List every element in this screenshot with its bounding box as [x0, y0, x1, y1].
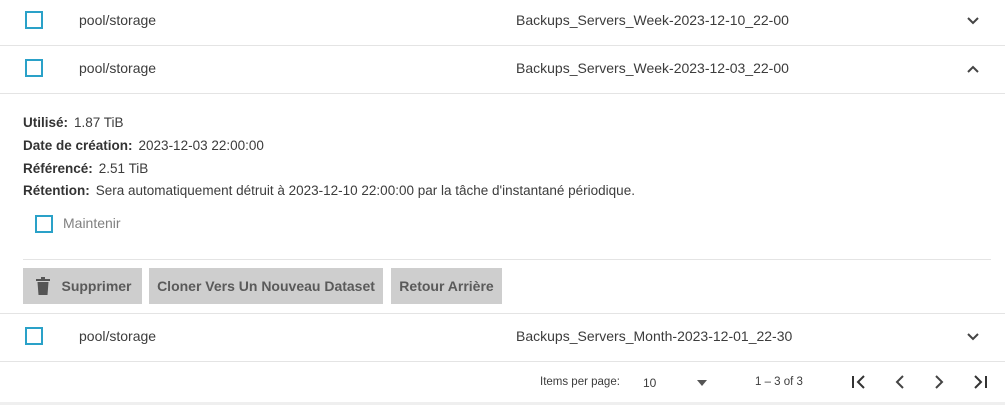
row-checkbox[interactable]: [25, 11, 43, 29]
first-page-icon[interactable]: [849, 372, 869, 392]
keep-label[interactable]: Maintenir: [63, 215, 121, 231]
paginator: Items per page: 10 1 – 3 of 3: [0, 362, 1005, 405]
retention-label: Rétention:: [23, 183, 90, 198]
used-line: Utilisé: 1.87 TiB: [23, 115, 124, 130]
snapshot-details: Utilisé: 1.87 TiB Date de création: 2023-1…: [0, 94, 1005, 314]
keep-checkbox[interactable]: [35, 215, 53, 233]
chevron-up-icon[interactable]: [964, 60, 982, 78]
created-value: 2023-12-03 22:00:00: [138, 138, 264, 153]
used-value: 1.87 TiB: [74, 115, 124, 130]
referenced-line: Référencé: 2.51 TiB: [23, 161, 148, 176]
items-per-page-select[interactable]: 10: [643, 376, 656, 390]
last-page-icon[interactable]: [970, 372, 990, 392]
snapshot-name: Backups_Servers_Week-2023-12-03_22-00: [516, 60, 789, 76]
divider: [23, 259, 991, 260]
used-label: Utilisé:: [23, 115, 69, 130]
previous-page-icon[interactable]: [890, 372, 910, 392]
dropdown-arrow-icon[interactable]: [697, 380, 707, 386]
table-row[interactable]: pool/storage Backups_Servers_Week-2023-1…: [0, 46, 1005, 94]
next-page-icon[interactable]: [929, 372, 949, 392]
dataset-name: pool/storage: [79, 328, 157, 344]
table-row[interactable]: pool/storage Backups_Servers_Month-2023-…: [0, 314, 1005, 362]
row-checkbox[interactable]: [25, 59, 43, 77]
retention-line: Rétention: Sera automatiquement détruit à…: [23, 183, 635, 198]
rollback-button[interactable]: Retour Arrière: [391, 268, 502, 304]
row-checkbox[interactable]: [25, 327, 43, 345]
snapshot-name: Backups_Servers_Week-2023-12-10_22-00: [516, 12, 789, 28]
clone-button[interactable]: Cloner Vers Un Nouveau Dataset: [149, 268, 383, 304]
items-per-page-label: Items per page:: [540, 376, 620, 388]
created-line: Date de création: 2023-12-03 22:00:00: [23, 138, 264, 153]
page-range: 1 – 3 of 3: [755, 376, 803, 388]
referenced-value: 2.51 TiB: [98, 161, 149, 176]
dataset-name: pool/storage: [79, 12, 157, 28]
snapshot-name: Backups_Servers_Month-2023-12-01_22-30: [516, 328, 793, 344]
table-row[interactable]: pool/storage Backups_Servers_Week-2023-1…: [0, 0, 1005, 46]
dataset-name: pool/storage: [79, 60, 157, 76]
chevron-down-icon[interactable]: [964, 12, 982, 30]
trash-icon: [36, 277, 50, 295]
rollback-label: Retour Arrière: [399, 278, 494, 294]
retention-value: Sera automatiquement détruit à 2023-12-1…: [95, 183, 635, 198]
referenced-label: Référencé:: [23, 161, 93, 176]
chevron-down-icon[interactable]: [964, 328, 982, 346]
created-label: Date de création:: [23, 138, 133, 153]
clone-label: Cloner Vers Un Nouveau Dataset: [157, 278, 375, 294]
delete-label: Supprimer: [61, 278, 132, 294]
delete-button[interactable]: Supprimer: [23, 268, 142, 304]
